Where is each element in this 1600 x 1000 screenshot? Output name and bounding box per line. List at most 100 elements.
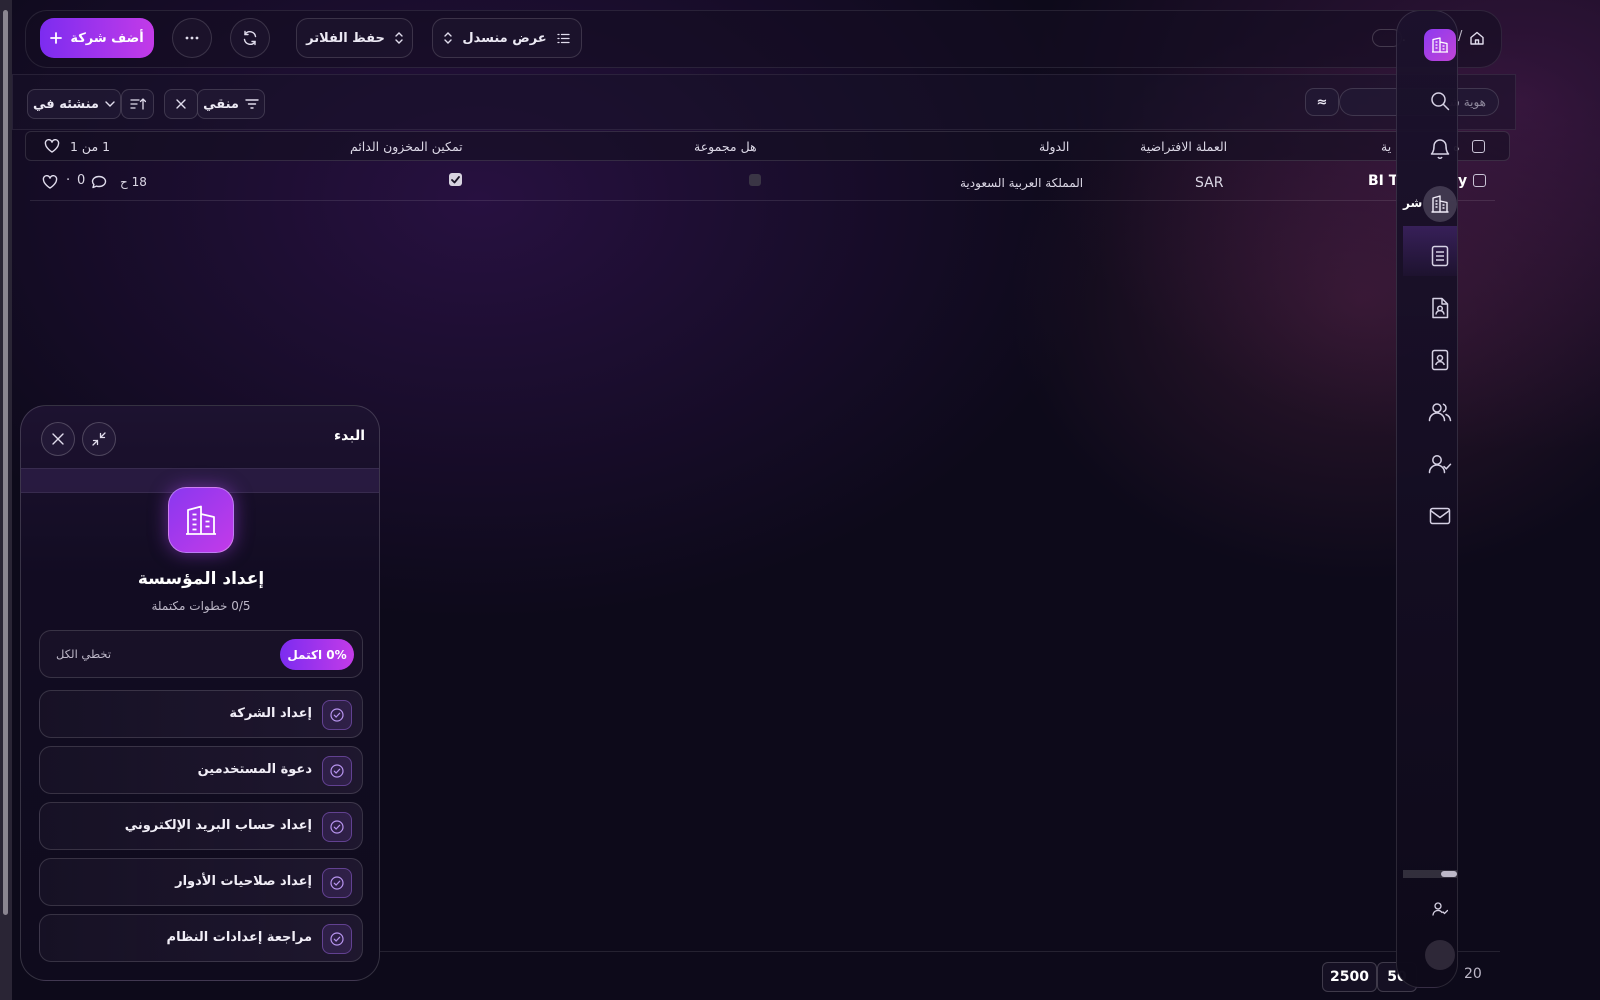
progress-row: 0% اكتمل تخطي الكل (39, 630, 363, 678)
table-header (25, 131, 1510, 161)
comment-icon[interactable] (91, 175, 107, 189)
organization-icon (168, 487, 234, 553)
row-divider (30, 200, 1495, 201)
file-user-icon[interactable] (1425, 293, 1455, 323)
created-in-dropdown[interactable]: منشئه في (27, 89, 121, 119)
avatar[interactable] (1425, 940, 1455, 970)
chevron-up-down-icon (395, 32, 403, 44)
created-in-label: منشئه في (33, 96, 99, 112)
list-icon (557, 33, 570, 44)
step-invite-users[interactable]: دعوة المستخدمين (39, 746, 363, 794)
progress-label: 0% اكتمل (287, 647, 347, 662)
more-actions-button[interactable] (172, 18, 212, 58)
step-status-icon (322, 812, 352, 842)
row-company-name-end[interactable]: y (1458, 173, 1467, 189)
clear-filter-button[interactable] (164, 89, 198, 119)
like-icon[interactable] (44, 139, 60, 153)
row-comment-count: 0 (77, 173, 86, 188)
save-filters-button[interactable]: حفظ الفلاتر (296, 18, 413, 58)
step-label: دعوة المستخدمين (197, 762, 312, 777)
user-settings-icon[interactable] (1425, 894, 1455, 924)
close-icon (52, 433, 64, 445)
sidebar-scrollbar[interactable] (1403, 870, 1457, 878)
minimize-panel-button[interactable] (82, 422, 116, 456)
document-icon[interactable] (1425, 241, 1455, 271)
chevron-down-icon (105, 101, 115, 107)
row-select-checkbox[interactable] (1473, 174, 1486, 187)
onboarding-heading: إعداد المؤسسة (137, 569, 265, 589)
home-icon[interactable] (1469, 30, 1485, 46)
page-scrollbar[interactable] (0, 0, 12, 1000)
user-check-icon[interactable] (1425, 449, 1455, 479)
column-name-fragment[interactable]: ية (1381, 139, 1391, 154)
column-is-group[interactable]: هل مجموعة (694, 139, 757, 154)
column-perpetual-inventory[interactable]: تمكين المخزون الدائم (350, 139, 463, 154)
panel-title: البدء (333, 428, 365, 444)
minimize-icon (92, 432, 106, 446)
users-icon[interactable] (1425, 397, 1455, 427)
refresh-button[interactable] (230, 18, 270, 58)
onboarding-subheading: 0/5 خطوات مكتملة (151, 599, 251, 613)
sidebar-scrollbar-thumb[interactable] (1441, 871, 1457, 877)
row-default-currency: SAR (1195, 175, 1224, 191)
panel-header: البدء (21, 406, 379, 468)
step-status-icon (322, 868, 352, 898)
column-country[interactable]: الدولة (1039, 139, 1069, 154)
sidebar-company-label: شر (1403, 196, 1423, 210)
step-status-icon (322, 924, 352, 954)
filter-icon (245, 99, 259, 109)
mail-icon[interactable] (1425, 501, 1455, 531)
row-dot: · (66, 173, 71, 188)
is-group-checkbox (749, 174, 761, 186)
step-email-account[interactable]: إعداد حساب البريد الإلكتروني (39, 802, 363, 850)
sidebar-item-company[interactable] (1423, 186, 1457, 222)
more-horizontal-icon (185, 36, 199, 40)
bell-icon[interactable] (1425, 133, 1455, 163)
breadcrumb-separator: / (1458, 29, 1463, 44)
sort-direction-button[interactable] (121, 89, 154, 119)
step-label: إعداد صلاحيات الأدوار (175, 874, 312, 889)
close-panel-button[interactable] (41, 422, 75, 456)
step-status-icon (322, 756, 352, 786)
step-label: مراجعة إعدادات النظام (166, 930, 312, 945)
approx-symbol: ≈ (1316, 94, 1328, 110)
step-label: إعداد حساب البريد الإلكتروني (124, 818, 312, 833)
page-size-label: 20 (1464, 966, 1482, 982)
page-size-label: 2500 (1330, 969, 1369, 985)
row-modified-time: 18 ح (120, 175, 147, 189)
page-scrollbar-thumb[interactable] (3, 10, 8, 915)
app-logo[interactable] (1424, 29, 1456, 61)
like-icon[interactable] (42, 175, 58, 189)
pagination-divider (370, 951, 1500, 952)
step-status-icon (322, 700, 352, 730)
page-size-2500[interactable]: 2500 (1322, 962, 1377, 992)
refresh-icon (242, 30, 258, 46)
column-default-currency[interactable]: العملة الافتراضية (1140, 139, 1227, 154)
view-dropdown-label: عرض منسدل (462, 30, 547, 46)
view-dropdown-button[interactable]: عرض منسدل (432, 18, 582, 58)
filter-button[interactable]: منقي (197, 89, 265, 119)
approx-filter-button[interactable]: ≈ (1305, 88, 1339, 116)
building-icon (1430, 194, 1450, 214)
close-icon (176, 99, 186, 109)
perpetual-inventory-checkbox (449, 173, 462, 186)
row-count: 1 من 1 (70, 139, 111, 154)
step-system-settings[interactable]: مراجعة إعدادات النظام (39, 914, 363, 962)
save-filters-label: حفظ الفلاتر (306, 30, 385, 46)
contact-book-icon[interactable] (1425, 345, 1455, 375)
skip-all-link[interactable]: تخطي الكل (56, 647, 111, 661)
step-setup-company[interactable]: إعداد الشركة (39, 690, 363, 738)
step-role-permissions[interactable]: إعداد صلاحيات الأدوار (39, 858, 363, 906)
row-company-name-start[interactable]: BI T (1368, 173, 1398, 189)
plus-icon (50, 32, 63, 44)
select-all-checkbox[interactable] (1472, 140, 1485, 153)
sort-ascending-icon (129, 98, 146, 110)
add-company-button[interactable]: أضف شركة (40, 18, 154, 58)
step-label: إعداد الشركة (229, 706, 312, 721)
page-size-20[interactable]: 20 (1464, 966, 1482, 982)
add-company-label: أضف شركة (70, 30, 144, 46)
filter-label: منقي (203, 96, 239, 112)
row-country: المملكة العربية السعودية (960, 176, 1084, 190)
search-icon[interactable] (1425, 86, 1455, 116)
progress-badge: 0% اكتمل (280, 639, 354, 670)
